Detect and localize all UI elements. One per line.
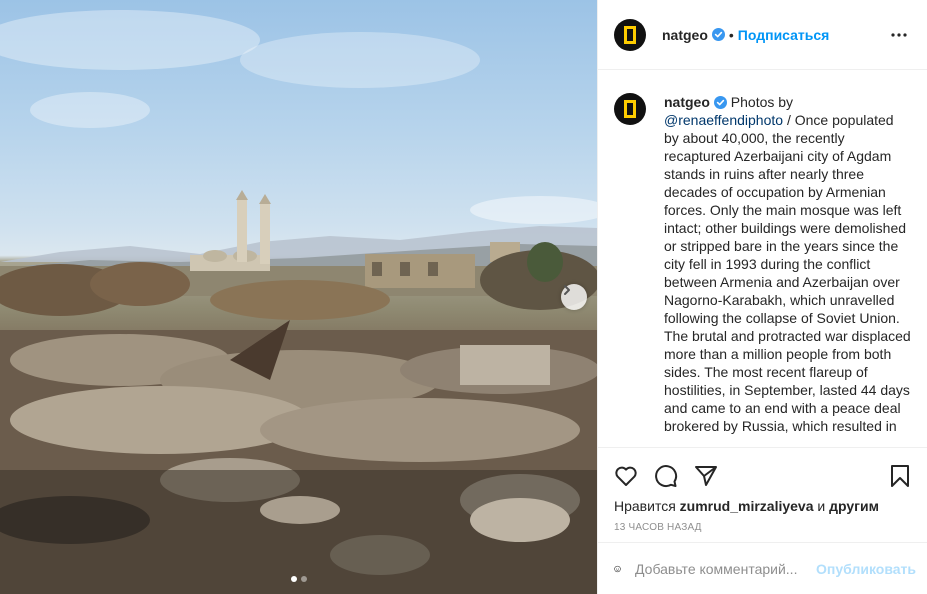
chevron-right-icon: [564, 285, 570, 295]
post-timestamp[interactable]: 13 часов назад: [598, 514, 927, 533]
caption-avatar[interactable]: [614, 93, 646, 125]
bookmark-icon: [891, 465, 909, 487]
action-icons: [598, 448, 927, 494]
verified-badge-icon: [713, 96, 727, 109]
natgeo-logo-icon: [624, 25, 636, 44]
carousel-indicator: [0, 576, 597, 582]
natgeo-logo-icon: [624, 100, 636, 118]
likes-summary: Нравится zumrud_mirzaliyeva и другим: [598, 494, 927, 514]
carousel-dot: [300, 576, 307, 582]
caption-text-before: Photos by: [726, 94, 794, 110]
likes-middle: и: [813, 498, 830, 514]
comment-icon: [655, 465, 678, 488]
carousel-dot-active: [290, 576, 297, 582]
next-photo-button[interactable]: [561, 284, 587, 310]
more-options-button[interactable]: [887, 23, 911, 47]
separator: •: [728, 26, 734, 43]
header-username[interactable]: natgeo: [662, 27, 708, 43]
follow-button[interactable]: Подписаться: [738, 27, 830, 43]
photo-illustration: [0, 10, 597, 594]
post-side-panel: natgeo • Подписаться natgeo Photos by @r…: [597, 0, 927, 594]
comment-button[interactable]: [646, 456, 686, 496]
caption-body: / Once populated by about 40,000, the re…: [664, 112, 911, 434]
likes-prefix: Нравится: [614, 498, 680, 514]
caption-text: natgeo Photos by @renaeffendiphoto / Onc…: [664, 93, 912, 435]
caption-mention-link[interactable]: @renaeffendiphoto: [664, 112, 783, 128]
like-button[interactable]: [606, 456, 646, 496]
publish-button[interactable]: Опубликовать: [816, 561, 916, 577]
avatar[interactable]: [614, 18, 646, 51]
share-button[interactable]: [686, 456, 726, 496]
more-horizontal-icon: [891, 32, 907, 37]
caption-area: natgeo Photos by @renaeffendiphoto / Onc…: [598, 71, 927, 447]
verified-badge-icon: [711, 28, 725, 41]
likes-user-link[interactable]: zumrud_mirzaliyeva: [680, 498, 814, 514]
post-photo[interactable]: [0, 0, 597, 594]
caption: natgeo Photos by @renaeffendiphoto / Onc…: [614, 93, 912, 435]
post-actions: Нравится zumrud_mirzaliyeva и другим 13 …: [598, 447, 927, 542]
caption-username[interactable]: natgeo: [664, 94, 710, 110]
send-icon: [695, 466, 717, 486]
heart-icon: [615, 466, 637, 486]
post-header: natgeo • Подписаться: [598, 0, 927, 70]
comment-form: Опубликовать: [598, 542, 927, 594]
save-button[interactable]: [880, 456, 920, 496]
likes-others-link[interactable]: другим: [829, 498, 879, 514]
comment-input[interactable]: [635, 560, 817, 577]
emoji-icon[interactable]: [614, 557, 621, 581]
